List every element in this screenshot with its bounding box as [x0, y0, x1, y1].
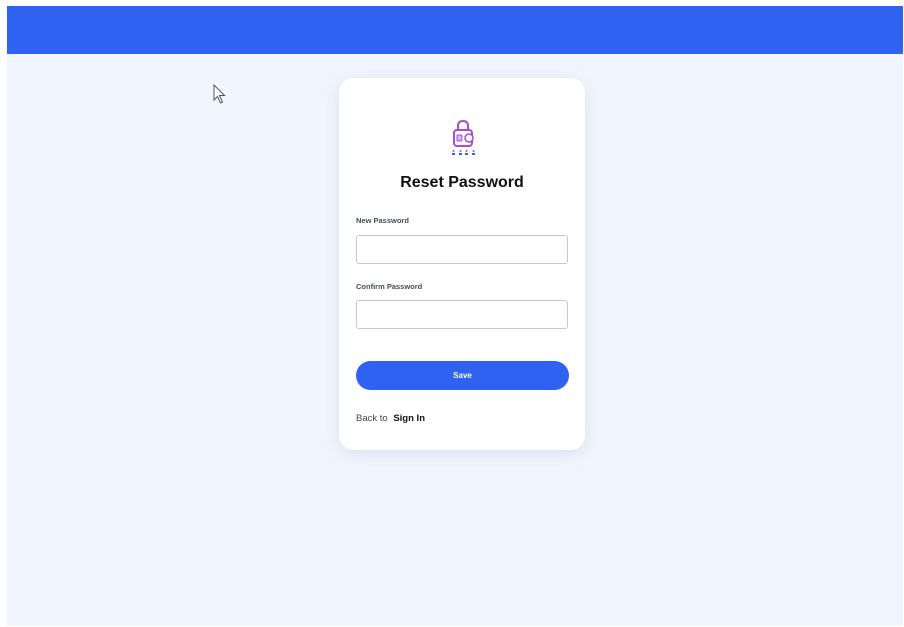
- new-password-label: New Password: [356, 216, 409, 225]
- back-to-text: Back to: [356, 413, 388, 424]
- sign-in-link[interactable]: Sign In: [393, 413, 425, 424]
- lock-password-icon: [452, 119, 475, 155]
- confirm-password-field[interactable]: [356, 300, 568, 329]
- page-title: Reset Password: [400, 174, 524, 191]
- save-button[interactable]: Save: [356, 361, 569, 390]
- mouse-cursor-icon: [213, 84, 226, 104]
- reset-password-card: Reset Password New Password Confirm Pass…: [339, 78, 585, 450]
- new-password-field[interactable]: [356, 235, 568, 264]
- confirm-password-label: Confirm Password: [356, 282, 423, 291]
- top-bar: [7, 6, 903, 54]
- page-background: Reset Password New Password Confirm Pass…: [7, 6, 903, 626]
- back-to-sign-in: Back to Sign In: [356, 413, 425, 424]
